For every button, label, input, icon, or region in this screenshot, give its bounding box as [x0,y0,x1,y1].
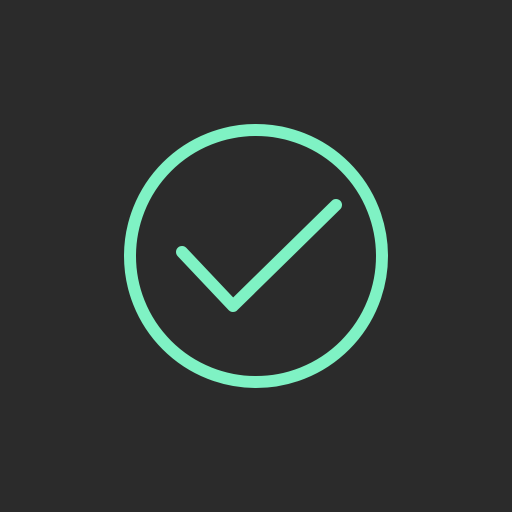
success-screen [0,0,512,512]
checkmark-stroke [176,199,342,312]
check-circle-ring [124,124,388,388]
check-circle-icon-wrapper [0,0,512,512]
check-circle-icon [124,124,388,388]
